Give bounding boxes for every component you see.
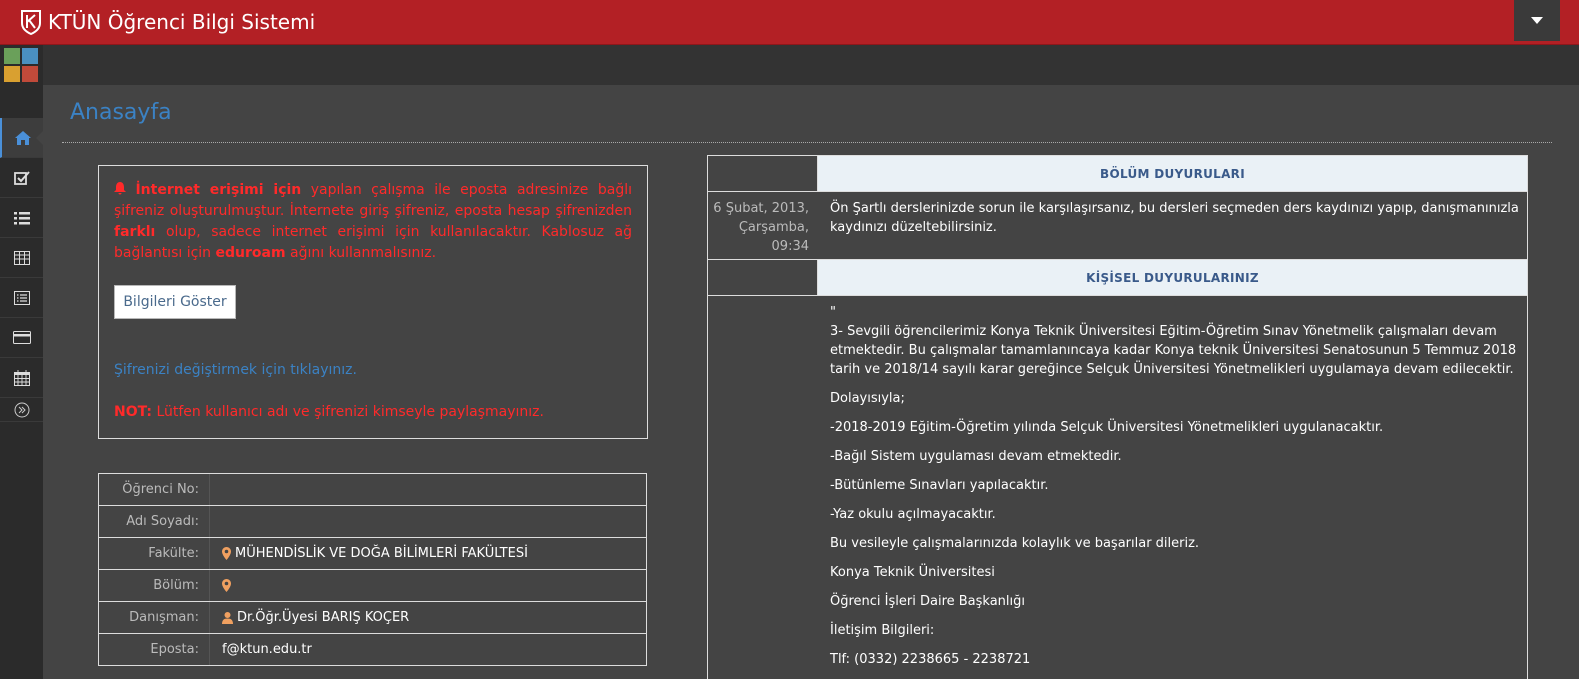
sidebar-item-list[interactable] [0,198,43,238]
email-label: Eposta: [99,634,210,665]
list-icon [13,211,30,224]
map-marker-icon [222,579,231,592]
check-square-icon [13,170,30,185]
double-chevron-right-icon [14,402,29,417]
personal-announcements-title: KİŞİSEL DUYURULARINIZ [818,260,1527,295]
map-marker-icon [222,547,231,560]
calendar-icon [13,369,30,386]
caret-down-icon [1531,16,1543,24]
table-row: Öğrenci No: [99,474,646,506]
bell-icon [114,182,126,195]
app-title: KTÜN Öğrenci Bilgi Sistemi [48,10,316,34]
sidebar-collapse-toggle[interactable] [0,397,43,422]
personal-announcement-item: " 3- Sevgili öğrencilerimiz Konya Teknik… [708,296,1527,679]
department-announcements-header: BÖLÜM DUYURULARI [708,156,1527,192]
notice-message: İnternet erişimi için yapılan çalışma il… [114,182,633,261]
shortcut-tiles-icon[interactable] [4,48,39,82]
sharing-warning: NOT: Lütfen kullanıcı adı ve şifrenizi k… [114,404,544,420]
faculty-value: MÜHENDİSLİK VE DOĞA BİLİMLERİ FAKÜLTESİ [210,538,646,569]
sidebar-item-courses[interactable] [0,158,43,198]
table-row: Fakülte: MÜHENDİSLİK VE DOĞA BİLİMLERİ F… [99,538,646,570]
home-icon [14,130,31,145]
table-row: Adı Soyadı: [99,506,646,538]
announcement-date: 6 Şubat, 2013, Çarşamba, 09:34 [713,201,809,254]
brand[interactable]: KTÜN Öğrenci Bilgi Sistemi [20,7,315,37]
email-value: f@ktun.edu.tr [222,641,312,657]
department-value [210,570,646,601]
table-icon [13,250,30,265]
table-row: Danışman: Dr.Öğr.Üyesi BARIŞ KOÇER [99,602,646,634]
personal-announcement-text: " 3- Sevgili öğrencilerimiz Konya Teknik… [830,305,1517,667]
advisor-value: Dr.Öğr.Üyesi BARIŞ KOÇER [210,602,646,633]
user-menu-dropdown-button[interactable] [1514,0,1560,41]
table-row: Eposta: f@ktun.edu.tr [99,634,646,665]
sidebar-item-table[interactable] [0,238,43,278]
student-info-table: Öğrenci No: Adı Soyadı: Fakülte: MÜHENDİ… [98,473,647,666]
student-no-value [210,474,646,505]
notice-emphasis: İnternet erişimi için [135,182,302,198]
list-alt-icon [13,290,30,305]
student-no-label: Öğrenci No: [99,474,210,505]
title-divider [62,142,1552,143]
department-announcements-title: BÖLÜM DUYURULARI [818,156,1527,191]
sidebar-item-home[interactable] [0,118,44,158]
full-name-value [210,506,646,537]
full-name-label: Adı Soyadı: [99,506,210,537]
advisor-label: Danışman: [99,602,210,633]
top-navbar: KTÜN Öğrenci Bilgi Sistemi [0,0,1579,45]
table-row: Bölüm: [99,570,646,602]
change-password-link[interactable]: Şifrenizi değiştirmek için tıklayınız. [114,362,357,378]
announcements-panel: BÖLÜM DUYURULARI 6 Şubat, 2013, Çarşamba… [707,155,1528,679]
announcement-item: 6 Şubat, 2013, Çarşamba, 09:34 Ön Şartlı… [708,192,1527,260]
faculty-label: Fakülte: [99,538,210,569]
page-title: Anasayfa [70,100,172,125]
sidebar-item-list-alt[interactable] [0,278,43,318]
personal-announcements-header: KİŞİSEL DUYURULARINIZ [708,260,1527,296]
sidebar [0,45,44,679]
announcement-text: Ön Şartlı derslerinizde sorun ile karşıl… [830,201,1519,235]
credit-card-icon [12,331,31,344]
university-logo-icon [21,10,41,35]
user-icon [222,611,233,624]
internet-access-notice: İnternet erişimi için yapılan çalışma il… [98,165,648,439]
sidebar-item-payment[interactable] [0,318,43,358]
breadcrumb-bar [43,45,1579,85]
show-info-button[interactable]: Bilgileri Göster [114,285,236,319]
department-label: Bölüm: [99,570,210,601]
sidebar-item-calendar[interactable] [0,358,43,398]
